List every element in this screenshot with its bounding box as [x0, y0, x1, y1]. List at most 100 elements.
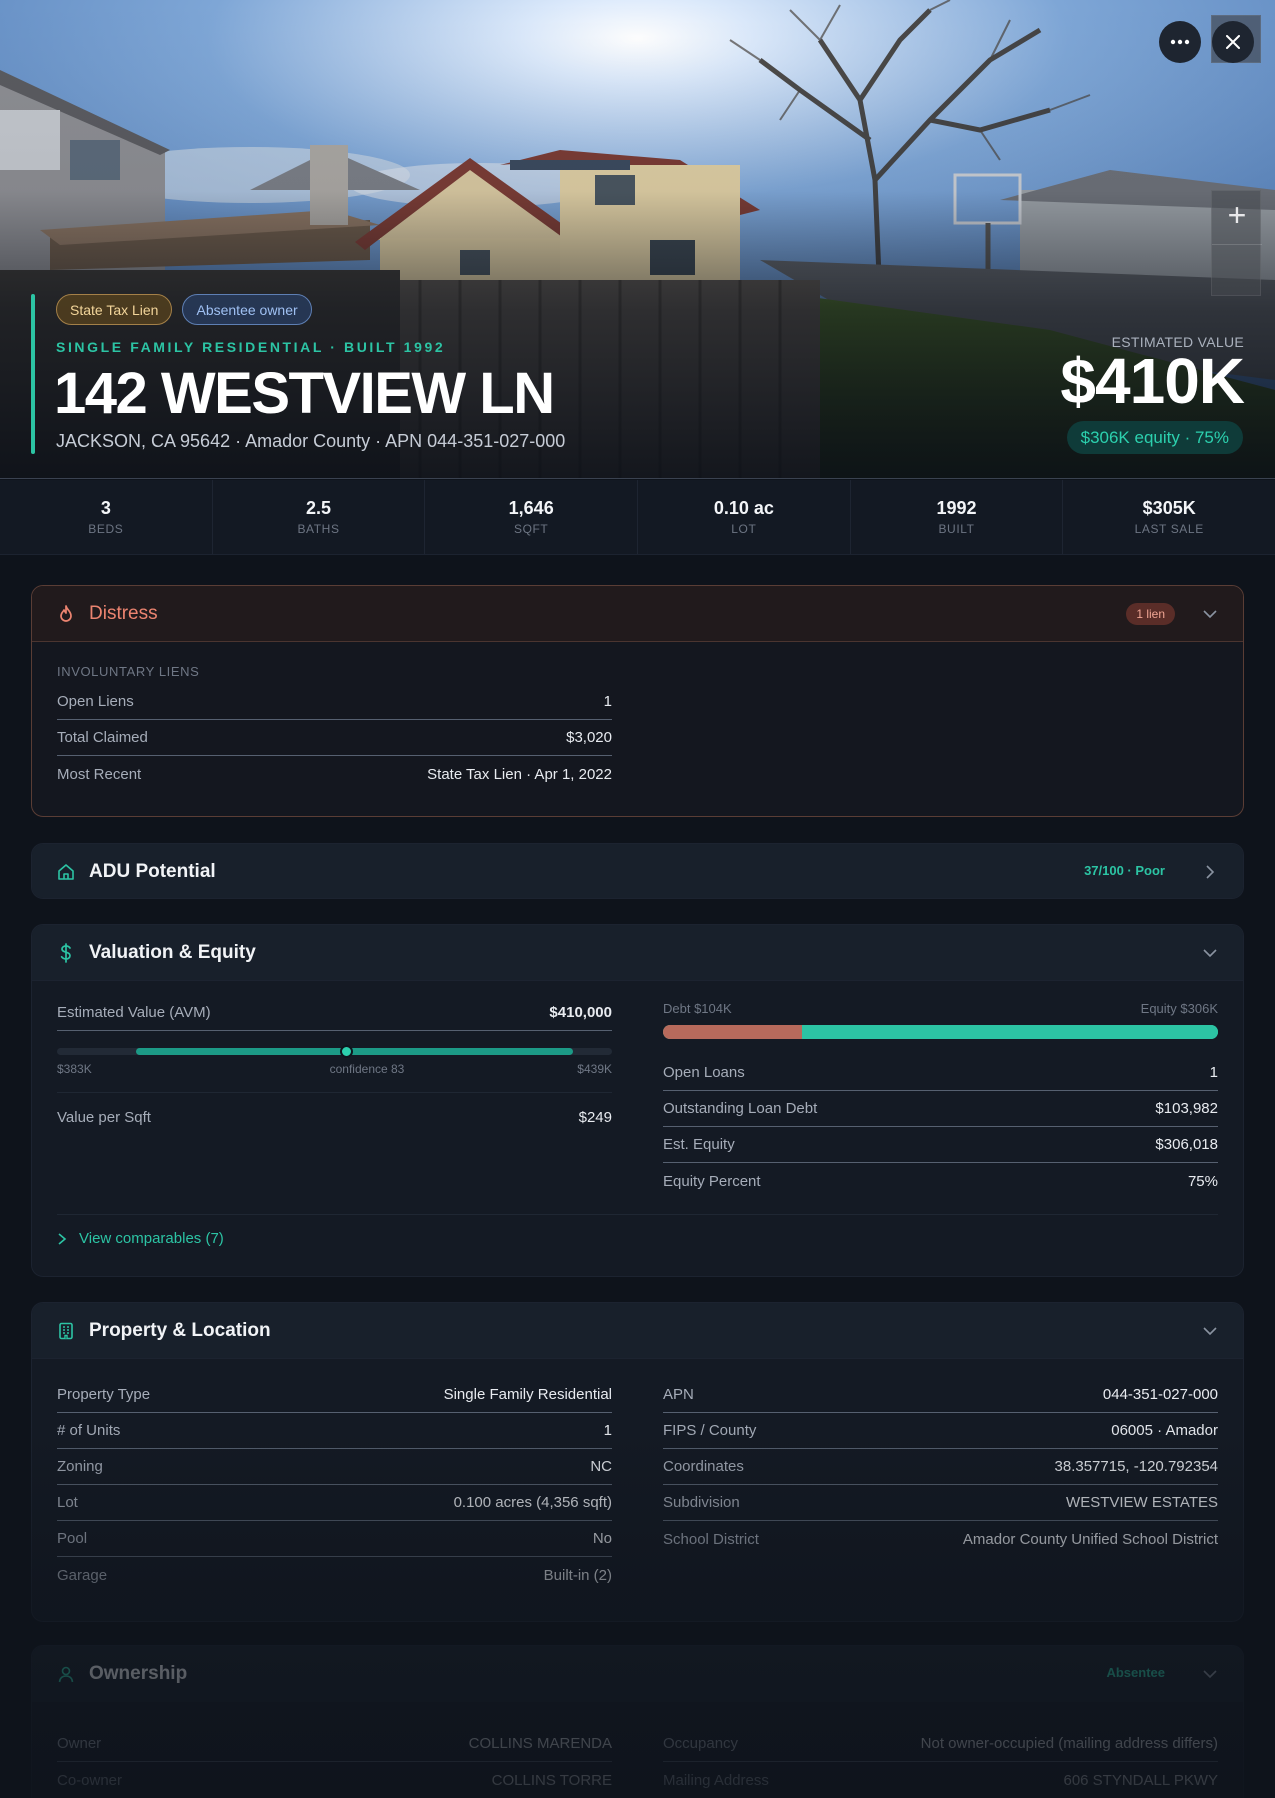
property-tags: State Tax Lien Absentee owner — [56, 294, 312, 325]
stat-label: BATHS — [297, 522, 340, 536]
stat-value: 2.5 — [305, 498, 332, 518]
row-value: $249 — [578, 1108, 612, 1126]
row-key: Total Claimed — [57, 729, 148, 746]
row-key: Garage — [57, 1566, 108, 1584]
divider — [57, 1214, 1218, 1215]
row-value: 1 — [603, 693, 612, 710]
stat-label: SQFT — [513, 522, 549, 536]
stat-label: LOT — [731, 522, 757, 536]
row-key: FIPS / County — [663, 1422, 757, 1439]
row-value: WESTVIEW ESTATES — [1066, 1494, 1218, 1511]
chevron-down-icon[interactable] — [1201, 944, 1219, 962]
distress-card: Distress 1 lien INVOLUNTARY LIENS Open L… — [31, 585, 1244, 817]
row-key: Est. Equity — [663, 1136, 735, 1153]
row-value: 606 STYNDALL PKWY — [1063, 1771, 1218, 1789]
close-button[interactable] — [1212, 21, 1254, 63]
row-key: Zoning — [57, 1458, 103, 1475]
building-icon — [57, 1322, 75, 1340]
avm-range-bar — [57, 1045, 612, 1058]
row-value: $410,000 — [549, 1004, 612, 1021]
row-value: 1 — [1209, 1064, 1218, 1081]
avm-point-marker — [339, 1045, 353, 1058]
row-value: NC — [590, 1458, 612, 1475]
zoom-divider — [1212, 244, 1262, 245]
adu-potential-card[interactable]: ADU Potential 37/100 · Poor — [31, 843, 1244, 899]
distress-title: Distress — [89, 602, 158, 624]
stat-last-sale: $305K LAST SALE — [1063, 480, 1275, 554]
chevron-down-icon[interactable] — [1201, 1322, 1219, 1340]
row-value: COLLINS MARENDA — [468, 1735, 612, 1752]
row-key: Pool — [57, 1530, 88, 1547]
property-location-card: Property & Location Property Type Single … — [31, 1302, 1244, 1622]
zoning-row: Zoning NC — [57, 1449, 612, 1485]
row-value: Not owner-occupied (mailing address diff… — [920, 1735, 1218, 1752]
row-value: COLLINS TORRE — [491, 1771, 612, 1789]
avm-range-fill — [135, 1048, 573, 1055]
stat-value: 1992 — [936, 498, 977, 518]
dollar-icon — [57, 942, 75, 963]
distress-header[interactable]: Distress 1 lien — [32, 586, 1243, 642]
est-equity-row: Est. Equity $306,018 — [663, 1127, 1218, 1163]
row-value: 75% — [1187, 1172, 1218, 1190]
property-stats-bar: 3 BEDS 2.5 BATHS 1,646 SQFT 0.10 ac LOT 1992… — [0, 480, 1275, 555]
stat-baths: 2.5 BATHS — [213, 480, 426, 554]
stat-lot: 0.10 ac LOT — [638, 480, 851, 554]
avm-confidence: confidence 83 — [329, 1062, 405, 1076]
subdivision-row: Subdivision WESTVIEW ESTATES — [663, 1485, 1218, 1521]
debt-equity-bar — [663, 1025, 1218, 1039]
valuation-equity-card: Valuation & Equity Estimated Value (AVM)… — [31, 924, 1244, 1277]
zoom-in-icon[interactable]: + — [1212, 197, 1262, 234]
involuntary-liens-label: INVOLUNTARY LIENS — [57, 664, 200, 679]
row-key: # of Units — [57, 1422, 121, 1439]
absentee-badge: Absentee — [1106, 1665, 1165, 1680]
divider — [57, 1092, 612, 1093]
property-title: Property & Location — [89, 1319, 271, 1341]
row-key: School District — [663, 1530, 759, 1548]
coordinates-row: Coordinates 38.357715, -120.792354 — [663, 1449, 1218, 1485]
ownership-header[interactable]: Ownership Absentee — [32, 1646, 1243, 1702]
open-loans-row: Open Loans 1 — [663, 1055, 1218, 1091]
row-key: Most Recent — [57, 765, 142, 783]
chevron-down-icon[interactable] — [1201, 1665, 1219, 1683]
co-owner-row: Co-owner COLLINS TORRE — [57, 1762, 612, 1798]
row-key: Equity Percent — [663, 1172, 761, 1190]
row-value: No — [592, 1530, 612, 1547]
apn-row: APN 044-351-027-000 — [663, 1377, 1218, 1413]
ownership-title: Ownership — [89, 1663, 188, 1684]
row-key: APN — [663, 1386, 694, 1403]
row-value: $3,020 — [566, 729, 612, 746]
view-comparables-link[interactable]: View comparables (7) — [57, 1230, 224, 1247]
row-value: Built-in (2) — [543, 1566, 612, 1584]
row-value: 0.100 acres (4,356 sqft) — [453, 1494, 612, 1511]
chevron-right-icon — [58, 1232, 67, 1245]
street-view-zoom-controls[interactable]: + — [1211, 190, 1262, 296]
flame-icon — [57, 604, 75, 623]
close-icon — [1226, 35, 1240, 49]
chevron-right-icon[interactable] — [1201, 863, 1219, 881]
valuation-header[interactable]: Valuation & Equity — [32, 925, 1243, 981]
outstanding-debt-row: Outstanding Loan Debt $103,982 — [663, 1091, 1218, 1127]
property-header[interactable]: Property & Location — [32, 1303, 1243, 1359]
stat-sqft: 1,646 SQFT — [425, 480, 639, 554]
adu-header[interactable]: ADU Potential 37/100 · Poor — [32, 844, 1243, 898]
comparables-label: View comparables (7) — [79, 1230, 224, 1247]
most-recent-row: Most Recent State Tax Lien · Apr 1, 2022 — [57, 756, 612, 792]
avm-range-low: $383K — [57, 1062, 92, 1076]
equity-pill: $306K equity · 75% — [1066, 421, 1243, 454]
chevron-down-icon[interactable] — [1201, 605, 1219, 623]
row-value: Amador County Unified School District — [962, 1530, 1218, 1548]
stat-beds: 3 BEDS — [0, 480, 213, 554]
property-hero: + State Tax Lien Absentee owner SINGLE F… — [0, 0, 1275, 479]
ownership-card: Ownership Absentee Owner COLLINS MARENDA … — [31, 1645, 1244, 1798]
absentee-owner-tag: Absentee owner — [182, 294, 312, 325]
row-key: Lot — [57, 1494, 78, 1511]
avm-row: Estimated Value (AVM) $410,000 — [57, 995, 612, 1031]
state-tax-lien-tag: State Tax Lien — [56, 294, 173, 325]
more-options-button[interactable] — [1159, 21, 1201, 63]
fips-row: FIPS / County 06005 · Amador — [663, 1413, 1218, 1449]
avm-range-high: $439K — [577, 1062, 612, 1076]
owner-row: Owner COLLINS MARENDA — [57, 1726, 612, 1762]
row-key: Value per Sqft — [57, 1108, 151, 1126]
adu-title: ADU Potential — [89, 861, 216, 882]
equity-label: Equity $306K — [1140, 1001, 1218, 1016]
